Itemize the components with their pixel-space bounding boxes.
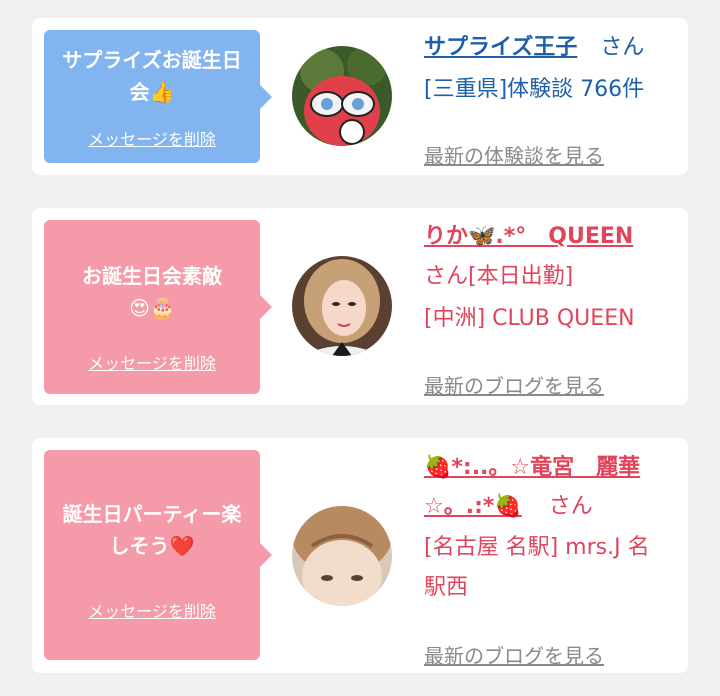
honorific: さん	[600, 35, 645, 60]
profile-info: りか🦋.*° QUEEN さん[本日出勤] [中洲] CLUB QUEEN 最新…	[424, 218, 684, 398]
message-bubble: サプライズお誕生日会👍 メッセージを削除	[44, 30, 272, 163]
latest-link[interactable]: 最新のブログを見る	[424, 370, 604, 399]
message-card: 誕生日パーティー楽しそう❤️ メッセージを削除 🍓*:..。☆竜宮 麗華 ☆。.…	[32, 438, 688, 673]
profile-name-link[interactable]: サプライズ王子	[424, 35, 577, 60]
avatar[interactable]	[292, 506, 392, 606]
message-card: サプライズお誕生日会👍 メッセージを削除 サプライズ王子 さん [三重県]体験談…	[32, 18, 688, 175]
delete-message-link[interactable]: メッセージを削除	[44, 350, 260, 374]
profile-info: サプライズ王子 さん [三重県]体験談 766件 最新の体験談を見る	[424, 28, 684, 168]
message-text: 誕生日パーティー楽しそう❤️	[62, 502, 242, 558]
delete-message-link[interactable]: メッセージを削除	[44, 126, 260, 150]
avatar-image	[292, 256, 392, 356]
delete-message-link[interactable]: メッセージを削除	[44, 598, 260, 622]
profile-name-link-continued[interactable]: ☆。.:*🍓	[424, 494, 522, 519]
message-text: お誕生日会素敵😍🎂	[82, 264, 222, 320]
profile-name-link[interactable]: りか🦋.*° QUEEN	[424, 224, 633, 249]
message-text: サプライズお誕生日会👍	[62, 48, 242, 104]
profile-detail-continued: 駅西	[424, 575, 469, 600]
honorific: さん[本日出勤]	[424, 264, 574, 289]
latest-link[interactable]: 最新のブログを見る	[424, 640, 604, 669]
avatar-image	[292, 506, 392, 606]
profile-info: 🍓*:..。☆竜宮 麗華 ☆。.:*🍓 さん [名古屋 名駅] mrs.J 名 …	[424, 448, 684, 668]
avatar[interactable]	[292, 256, 392, 356]
profile-detail: [中洲] CLUB QUEEN	[424, 306, 635, 331]
message-bubble: 誕生日パーティー楽しそう❤️ メッセージを削除	[44, 450, 272, 660]
profile-detail: [名古屋 名駅] mrs.J 名	[424, 535, 650, 560]
message-bubble: お誕生日会素敵😍🎂 メッセージを削除	[44, 220, 272, 394]
honorific: さん	[548, 494, 593, 519]
avatar[interactable]	[292, 46, 392, 146]
latest-link[interactable]: 最新の体験談を見る	[424, 140, 604, 169]
message-card: お誕生日会素敵😍🎂 メッセージを削除 りか🦋.*° QUEEN さん[本日出勤]…	[32, 208, 688, 405]
avatar-image	[292, 46, 392, 146]
profile-name-link[interactable]: 🍓*:..。☆竜宮 麗華	[424, 455, 640, 480]
profile-detail: [三重県]体験談 766件	[424, 77, 645, 102]
